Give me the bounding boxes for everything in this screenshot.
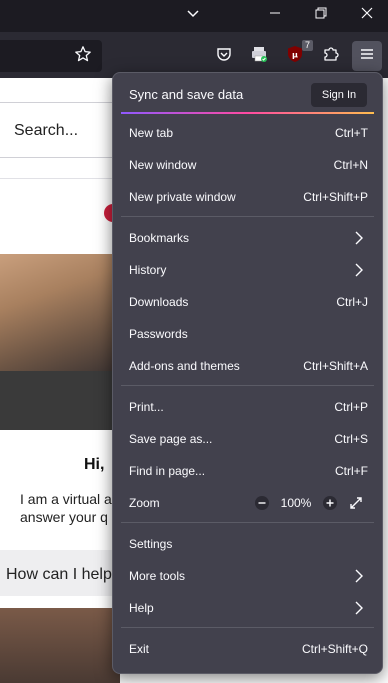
menu-item-addons-themes[interactable]: Add-ons and themes Ctrl+Shift+A	[113, 350, 382, 382]
menu-item-label: New private window	[129, 190, 236, 204]
bookmark-star-button[interactable]	[68, 41, 98, 71]
print-extension-button[interactable]	[244, 41, 274, 71]
menu-item-settings[interactable]: Settings	[113, 528, 382, 560]
zoom-value[interactable]: 100%	[274, 496, 318, 510]
menu-item-print[interactable]: Print... Ctrl+P	[113, 391, 382, 423]
menu-item-label: Find in page...	[129, 464, 206, 478]
menu-item-label: New window	[129, 158, 197, 172]
menu-item-label: Exit	[129, 642, 150, 656]
sync-header: Sync and save data Sign In	[113, 73, 382, 113]
puzzle-icon	[322, 45, 340, 68]
hamburger-menu-icon	[359, 46, 375, 67]
menu-item-save-page[interactable]: Save page as... Ctrl+S	[113, 423, 382, 455]
menu-item-label: History	[129, 263, 167, 277]
plus-icon	[323, 496, 337, 510]
ublock-origin-button[interactable]: μ 7	[280, 40, 313, 71]
menu-item-shortcut: Ctrl+Shift+Q	[301, 642, 368, 656]
menu-item-shortcut: Ctrl+Shift+A	[303, 359, 368, 373]
menu-item-shortcut: Ctrl+P	[334, 400, 368, 414]
chevron-right-icon	[352, 229, 366, 252]
menu-item-history[interactable]: History	[113, 254, 382, 286]
menu-item-downloads[interactable]: Downloads Ctrl+J	[113, 286, 382, 318]
zoom-controls: 100%	[250, 491, 368, 515]
sync-title: Sync and save data	[129, 87, 244, 102]
chat-greeting: Hi,	[84, 456, 105, 473]
chat-message-line: I am a virtual a	[20, 491, 112, 507]
chevron-right-icon	[352, 567, 366, 590]
menu-separator	[121, 385, 374, 386]
menu-item-shortcut: Ctrl+T	[335, 126, 368, 140]
chat-message-line: answer your q	[20, 509, 108, 525]
extensions-button[interactable]	[316, 41, 346, 71]
zoom-out-button[interactable]	[250, 491, 274, 515]
site-search-label: Search...	[14, 122, 79, 139]
menu-item-bookmarks[interactable]: Bookmarks	[113, 222, 382, 254]
menu-separator	[121, 522, 374, 523]
menu-item-more-tools[interactable]: More tools	[113, 560, 382, 592]
fullscreen-button[interactable]	[344, 491, 368, 515]
menu-item-new-private-window[interactable]: New private window Ctrl+Shift+P	[113, 181, 382, 213]
menu-item-label: Bookmarks	[129, 231, 190, 245]
printer-icon	[250, 45, 268, 68]
menu-item-zoom: Zoom 100%	[113, 487, 382, 519]
menu-item-shortcut: Ctrl+N	[333, 158, 368, 172]
menu-item-label: Passwords	[129, 327, 188, 341]
menu-item-new-window[interactable]: New window Ctrl+N	[113, 149, 382, 181]
restore-icon	[315, 6, 327, 24]
divider	[0, 178, 120, 179]
app-menu-button[interactable]	[352, 41, 382, 71]
chevron-right-icon	[352, 261, 366, 284]
menu-separator	[121, 627, 374, 628]
minimize-button[interactable]	[252, 0, 298, 30]
zoom-in-button[interactable]	[318, 491, 342, 515]
app-menu-panel: Sync and save data Sign In New tab Ctrl+…	[112, 72, 383, 674]
minimize-icon	[269, 6, 281, 24]
menu-item-label: Downloads	[129, 295, 189, 309]
title-bar	[0, 0, 388, 32]
menu-item-shortcut: Ctrl+Shift+P	[303, 190, 368, 204]
menu-item-exit[interactable]: Exit Ctrl+Shift+Q	[113, 633, 382, 665]
menu-item-label: Save page as...	[129, 432, 213, 446]
menu-item-help[interactable]: Help	[113, 592, 382, 624]
pocket-button[interactable]	[209, 41, 239, 71]
menu-item-passwords[interactable]: Passwords	[113, 318, 382, 350]
extension-badge: 7	[301, 40, 313, 51]
accent-divider	[121, 112, 374, 114]
menu-item-label: Settings	[129, 537, 173, 551]
hero-photo	[0, 254, 120, 371]
chat-input-placeholder: How can I help	[6, 566, 112, 583]
menu-item-new-tab[interactable]: New tab Ctrl+T	[113, 117, 382, 149]
background-image	[0, 608, 120, 683]
sign-in-button[interactable]: Sign In	[311, 83, 367, 107]
fullscreen-icon	[350, 497, 362, 509]
close-icon	[361, 6, 373, 24]
minus-icon	[255, 496, 269, 510]
menu-item-shortcut: Ctrl+F	[335, 464, 368, 478]
menu-item-shortcut: Ctrl+S	[334, 432, 368, 446]
restore-button[interactable]	[298, 0, 344, 30]
chevron-down-icon	[186, 6, 200, 25]
close-window-button[interactable]	[344, 0, 388, 30]
menu-item-label: Zoom	[129, 496, 160, 510]
menu-item-label: Print...	[129, 400, 164, 414]
menu-item-label: More tools	[129, 569, 186, 583]
svg-text:μ: μ	[292, 50, 298, 59]
menu-item-find-in-page[interactable]: Find in page... Ctrl+F	[113, 455, 382, 487]
menu-item-label: New tab	[129, 126, 174, 140]
pocket-icon	[216, 46, 232, 67]
star-icon	[74, 45, 92, 68]
list-all-tabs-button[interactable]	[170, 0, 216, 30]
chat-message: I am a virtual a answer your q	[20, 490, 120, 526]
photo-band	[0, 371, 120, 430]
chevron-right-icon	[352, 599, 366, 622]
menu-item-label: Add-ons and themes	[129, 359, 240, 373]
menu-item-shortcut: Ctrl+J	[336, 295, 368, 309]
menu-item-label: Help	[129, 601, 154, 615]
menu-separator	[121, 216, 374, 217]
